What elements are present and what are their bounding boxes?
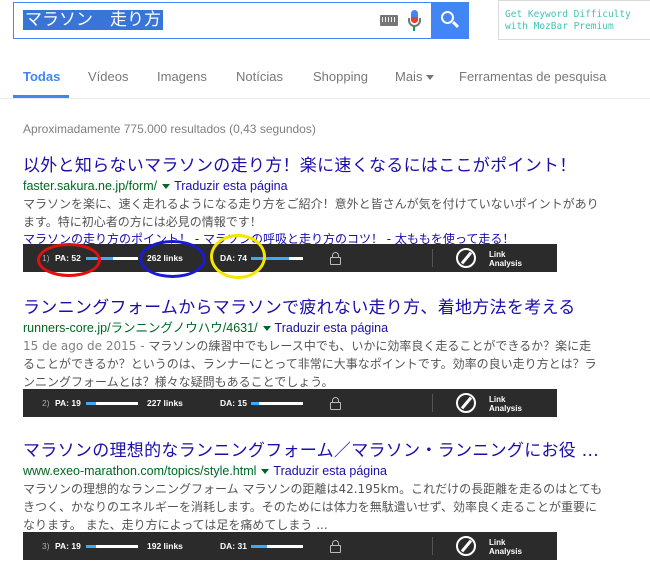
chevron-down-icon: [426, 75, 435, 81]
search-result: ランニングフォームからマラソンで疲れない走り方、着地方法を考える runners…: [23, 298, 623, 391]
mozbar-premium-promo[interactable]: Get Keyword Difficulty with MozBar Premi…: [498, 0, 650, 40]
result-title-link[interactable]: 以外と知らないマラソンの走り方！楽に速くなるにはここがポイント！: [23, 156, 623, 177]
pa-bar-fill: [86, 402, 96, 405]
search-query[interactable]: マラソン 走り方: [23, 10, 163, 30]
compass-icon[interactable]: [456, 393, 476, 413]
mozbar-rank: 2): [42, 398, 50, 408]
link-analysis-button[interactable]: Link Analysis: [489, 250, 529, 268]
lock-icon: [330, 397, 341, 410]
result-url: www.exeo-marathon.com/topics/style.html: [23, 464, 257, 478]
search-tabs: Todas Vídeos Imagens Notícias Shopping M…: [0, 55, 650, 99]
result-snippet: マラソンの理想的なランニングフォーム マラソンの距離は42.195km。これだけ…: [23, 482, 603, 532]
translate-link[interactable]: Traduzir esta página: [275, 321, 389, 335]
tab-noticias[interactable]: Notícias: [236, 69, 283, 84]
links-count[interactable]: 192 links: [147, 541, 183, 551]
result-url: runners-core.jp/ランニングノウハウ/4631/: [23, 321, 258, 335]
pa-bar: [86, 545, 138, 548]
moz-promo-line-2: with MozBar Premium: [505, 21, 614, 32]
result-snippet: 15 de ago de 2015 - マラソンの練習中でもレース中でも、いかに…: [23, 337, 603, 391]
result-url-line: www.exeo-marathon.com/topics/style.html T…: [23, 463, 623, 480]
divider: [432, 249, 433, 267]
result-date: 15 de ago de 2015 -: [23, 339, 149, 353]
links-count[interactable]: 227 links: [147, 398, 183, 408]
moz-promo-line-1: Get Keyword Difficulty: [505, 9, 631, 20]
tab-mais[interactable]: Mais: [395, 69, 435, 84]
result-url: faster.sakura.ne.jp/form/: [23, 179, 158, 193]
da-bar: [251, 402, 303, 405]
mozbar-metrics: 3) PA: 19 192 links DA: 31 Link Analysis: [23, 532, 557, 560]
search-input[interactable]: マラソン 走り方: [14, 3, 432, 38]
domain-authority: DA: 74: [220, 253, 247, 263]
lock-icon: [330, 252, 341, 265]
search-result: 以外と知らないマラソンの走り方！楽に速くなるにはここがポイント！ faster.…: [23, 156, 623, 248]
search-result: マラソンの理想的なランニングフォーム／マラソン・ランニングにお役 ... www…: [23, 441, 623, 534]
pa-bar: [86, 402, 138, 405]
pa-bar-fill: [86, 257, 114, 260]
domain-authority: DA: 15: [220, 398, 247, 408]
translate-link[interactable]: Traduzir esta página: [174, 179, 288, 193]
mic-icon[interactable]: [408, 10, 421, 32]
links-count[interactable]: 262 links: [147, 253, 183, 263]
link-analysis-button[interactable]: Link Analysis: [489, 538, 529, 556]
result-title-link[interactable]: マラソンの理想的なランニングフォーム／マラソン・ランニングにお役 ...: [23, 441, 623, 462]
lock-icon: [330, 540, 341, 553]
mozbar-metrics: 1) PA: 52 262 links DA: 74 Link Analysis: [23, 244, 557, 272]
da-bar: [251, 545, 303, 548]
tab-todas[interactable]: Todas: [23, 69, 60, 84]
tab-imagens[interactable]: Imagens: [157, 69, 207, 84]
pa-bar-fill: [86, 545, 96, 548]
da-bar: [251, 257, 303, 260]
domain-authority: DA: 31: [220, 541, 247, 551]
pa-bar: [86, 257, 138, 260]
page-authority: PA: 19: [55, 541, 81, 551]
link-analysis-button[interactable]: Link Analysis: [489, 395, 529, 413]
result-snippet: マラソンを楽に、速く走れるようになる走り方をご紹介！意外と皆さんが気を付けていな…: [23, 197, 599, 229]
compass-icon[interactable]: [456, 536, 476, 556]
result-title-link[interactable]: ランニングフォームからマラソンで疲れない走り方、着地方法を考える: [23, 298, 623, 319]
search-box[interactable]: マラソン 走り方: [13, 2, 469, 39]
divider: [432, 537, 433, 555]
keyboard-icon[interactable]: [380, 15, 398, 26]
mozbar-metrics: 2) PA: 19 227 links DA: 15 Link Analysis: [23, 389, 557, 417]
result-url-line: faster.sakura.ne.jp/form/Traduzir esta p…: [23, 178, 623, 195]
url-dropdown-icon[interactable]: [261, 468, 270, 474]
moz-promo-text: Get Keyword Difficulty with MozBar Premi…: [505, 9, 631, 33]
tab-ferramentas[interactable]: Ferramentas de pesquisa: [459, 69, 606, 84]
translate-link[interactable]: Traduzir esta página: [273, 464, 387, 478]
page-authority: PA: 19: [55, 398, 81, 408]
url-dropdown-icon[interactable]: [262, 325, 271, 331]
da-bar-fill: [251, 402, 259, 405]
compass-icon[interactable]: [456, 248, 476, 268]
divider: [432, 394, 433, 412]
mozbar-rank: 3): [42, 541, 50, 551]
search-button[interactable]: [431, 3, 468, 38]
active-tab-indicator: [13, 95, 69, 98]
da-bar-fill: [251, 545, 268, 548]
tab-mais-label: Mais: [395, 69, 423, 84]
mozbar-rank: 1): [42, 253, 50, 263]
url-dropdown-icon[interactable]: [162, 183, 171, 189]
page-authority: PA: 52: [55, 253, 81, 263]
tab-videos[interactable]: Vídeos: [88, 69, 128, 84]
tab-shopping[interactable]: Shopping: [313, 69, 368, 84]
result-stats: Aproximadamente 775.000 resultados (0,43…: [23, 122, 316, 136]
da-bar-fill: [251, 257, 290, 260]
result-url-line: runners-core.jp/ランニングノウハウ/4631/Traduzir …: [23, 320, 623, 337]
